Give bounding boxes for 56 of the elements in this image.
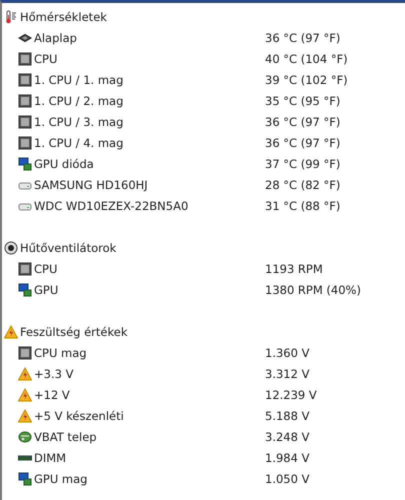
section-title: Hűtőventilátorok xyxy=(20,240,116,254)
processor-icon xyxy=(18,346,32,360)
thermometer-icon xyxy=(4,10,18,24)
processor-icon xyxy=(18,262,32,276)
section-title: Hőmérsékletek xyxy=(20,10,107,24)
sensor-label: WDC WD10EZEX-22BN5A0 xyxy=(34,198,190,212)
sensor-value: 1380 RPM (40%) xyxy=(265,282,361,296)
sensor-value: 5.188 V xyxy=(265,408,310,422)
sensor-label: +3.3 V xyxy=(34,366,74,380)
sensor-label: DIMM xyxy=(34,450,68,464)
sensor-value: 3.312 V xyxy=(265,366,310,380)
processor-icon xyxy=(18,136,32,150)
section-title: Feszültség értékek xyxy=(20,324,128,338)
sensor-label: SAMSUNG HD160HJ xyxy=(34,178,149,192)
sensor-label: Alaplap xyxy=(34,30,78,44)
sensor-value: 1.360 V xyxy=(265,346,310,360)
processor-icon xyxy=(18,72,32,86)
warning-icon xyxy=(18,366,32,380)
sensor-value: 36 °C (97 °F) xyxy=(265,136,340,150)
sensor-label: 1. CPU / 1. mag xyxy=(34,72,124,86)
sensor-label: 1. CPU / 2. mag xyxy=(34,94,124,108)
warning-icon xyxy=(18,388,32,402)
sensor-value: 1.984 V xyxy=(265,450,310,464)
sensor-label: CPU xyxy=(34,52,58,66)
processor-icon xyxy=(18,52,32,66)
sensor-value: 31 °C (88 °F) xyxy=(265,198,340,212)
sensor-label: VBAT telep xyxy=(34,430,98,444)
battery-icon xyxy=(18,430,32,444)
sensor-value: 1.050 V xyxy=(265,472,310,486)
sensor-value: 36 °C (97 °F) xyxy=(265,114,340,128)
sensor-label: CPU mag xyxy=(34,346,88,360)
warning-icon xyxy=(4,324,18,338)
fan-icon xyxy=(4,240,18,254)
sensor-label: GPU dióda xyxy=(34,156,95,170)
sensor-value: 12.239 V xyxy=(265,388,317,402)
sensor-label: 1. CPU / 3. mag xyxy=(34,114,124,128)
sensor-value: 3.248 V xyxy=(265,430,310,444)
sensor-value: 1193 RPM xyxy=(265,262,323,276)
graphics-card-icon xyxy=(18,472,32,486)
sensor-value: 39 °C (102 °F) xyxy=(265,72,348,86)
sensor-value: 37 °C (99 °F) xyxy=(265,156,340,170)
sensor-label: GPU xyxy=(34,282,60,296)
graphics-card-icon xyxy=(18,282,32,296)
sensor-label: 1. CPU / 4. mag xyxy=(34,136,124,150)
sensor-label: CPU xyxy=(34,262,58,276)
processor-icon xyxy=(18,114,32,128)
processor-icon xyxy=(18,94,32,108)
sensor-value: 28 °C (82 °F) xyxy=(265,178,340,192)
sensor-label: +12 V xyxy=(34,388,71,402)
sensor-value: 35 °C (95 °F) xyxy=(265,94,340,108)
graphics-card-icon xyxy=(18,156,32,170)
sensor-label: +5 V készenléti xyxy=(34,408,125,422)
sensor-value: 36 °C (97 °F) xyxy=(265,30,340,44)
sensor-value: 40 °C (104 °F) xyxy=(265,52,348,66)
warning-icon xyxy=(18,408,32,422)
sensor-label: GPU mag xyxy=(34,472,88,486)
